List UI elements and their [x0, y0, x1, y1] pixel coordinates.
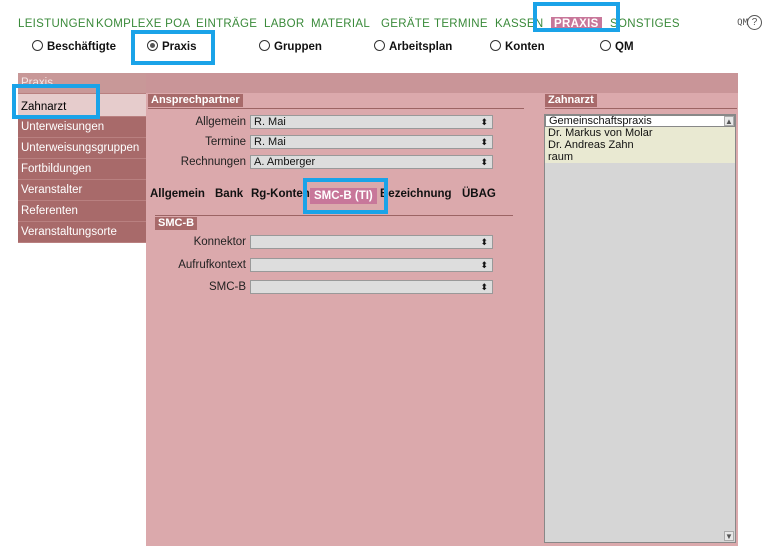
tab-smcb-ti[interactable]: SMC-B (TI)	[310, 188, 377, 204]
menu-praxis[interactable]: PRAXIS	[551, 17, 602, 31]
field-label-smcb: SMC-B	[208, 281, 246, 293]
tab-allgemein[interactable]: Allgemein	[150, 188, 205, 200]
section-title-ansprechpartner: Ansprechpartner	[148, 94, 243, 107]
sidebar-header: Praxis	[18, 73, 146, 94]
radio-icon	[32, 40, 43, 51]
select-allgemein[interactable]: R. Mai ⬍	[250, 115, 493, 129]
radio-icon	[490, 40, 501, 51]
field-label-rechnungen: Rechnungen	[180, 156, 246, 168]
sidebar-item-zahnarzt[interactable]: Zahnarzt	[18, 94, 146, 117]
menu-termine[interactable]: TERMINE	[434, 17, 488, 31]
select-termine[interactable]: R. Mai ⬍	[250, 135, 493, 149]
sidebar-item-veranstaltungsorte[interactable]: Veranstaltungsorte	[18, 222, 146, 243]
menu-labor[interactable]: LABOR	[264, 17, 305, 31]
menu-komplexe-poa[interactable]: KOMPLEXE POA	[96, 17, 190, 31]
tab-rg-konten[interactable]: Rg-Konten	[251, 188, 310, 200]
radio-icon	[374, 40, 385, 51]
field-label-allgemein: Allgemein	[195, 116, 247, 128]
chevron-updown-icon: ⬍	[480, 282, 488, 292]
chevron-updown-icon: ⬍	[480, 117, 488, 127]
tab-uebag[interactable]: ÜBAG	[462, 188, 496, 200]
tab-bank[interactable]: Bank	[215, 188, 243, 200]
radio-konten[interactable]: Konten	[490, 40, 545, 53]
field-label-konnektor: Konnektor	[193, 236, 246, 248]
chevron-updown-icon: ⬍	[480, 237, 488, 247]
section-divider	[148, 108, 524, 109]
radio-beschaeftigte[interactable]: Beschäftigte	[32, 40, 116, 53]
list-item[interactable]: Dr. Markus von Molar	[545, 127, 735, 139]
radio-icon	[259, 40, 270, 51]
menu-eintraege[interactable]: EINTRÄGE	[196, 17, 257, 31]
list-item[interactable]: raum	[545, 151, 735, 163]
select-aufrufkontext[interactable]: ⬍	[250, 258, 493, 272]
sidebar-nav: Praxis Zahnarzt Unterweisungen Unterweis…	[18, 73, 146, 243]
radio-icon	[600, 40, 611, 51]
section-divider	[545, 108, 737, 109]
radio-gruppen[interactable]: Gruppen	[259, 40, 322, 53]
field-label-aufrufkontext: Aufrufkontext	[178, 259, 246, 271]
chevron-updown-icon: ⬍	[480, 137, 488, 147]
sidebar-item-referenten[interactable]: Referenten	[18, 201, 146, 222]
select-konnektor[interactable]: ⬍	[250, 235, 493, 249]
menu-kassen[interactable]: KASSEN	[495, 17, 543, 31]
sidebar-item-unterweisungsgruppen[interactable]: Unterweisungsgruppen	[18, 138, 146, 159]
menu-material[interactable]: MATERIAL	[311, 17, 370, 31]
top-menu: LEISTUNGEN KOMPLEXE POA EINTRÄGE LABOR M…	[0, 0, 762, 31]
scroll-down-icon[interactable]: ▼	[724, 531, 734, 541]
radio-qm[interactable]: QM	[600, 40, 634, 53]
sidebar-item-fortbildungen[interactable]: Fortbildungen	[18, 159, 146, 180]
sidebar-item-veranstalter[interactable]: Veranstalter	[18, 180, 146, 201]
select-rechnungen[interactable]: A. Amberger ⬍	[250, 155, 493, 169]
radio-checked-icon	[147, 40, 158, 51]
sidebar-item-unterweisungen[interactable]: Unterweisungen	[18, 117, 146, 138]
field-label-termine: Termine	[205, 136, 246, 148]
menu-leistungen[interactable]: LEISTUNGEN	[18, 17, 95, 31]
select-smcb[interactable]: ⬍	[250, 280, 493, 294]
zahnarzt-list[interactable]: Gemeinschaftspraxis Dr. Markus von Molar…	[544, 114, 736, 543]
list-item[interactable]: Dr. Andreas Zahn	[545, 139, 735, 151]
scroll-up-icon[interactable]: ▲	[724, 116, 734, 126]
menu-geraete[interactable]: GERÄTE	[381, 17, 430, 31]
chevron-updown-icon: ⬍	[480, 157, 488, 167]
section-title-zahnarzt: Zahnarzt	[545, 94, 597, 107]
list-item[interactable]: Gemeinschaftspraxis	[545, 115, 735, 127]
help-icon[interactable]: ?	[747, 15, 762, 30]
section-title-smcb: SMC-B	[155, 217, 198, 230]
radio-praxis[interactable]: Praxis	[147, 40, 197, 53]
radio-arbeitsplan[interactable]: Arbeitsplan	[374, 40, 452, 53]
section-divider	[155, 215, 513, 216]
tab-bezeichnung[interactable]: Bezeichnung	[380, 188, 452, 200]
menu-sonstiges[interactable]: SONSTIGES	[610, 17, 680, 31]
chevron-updown-icon: ⬍	[480, 260, 488, 270]
